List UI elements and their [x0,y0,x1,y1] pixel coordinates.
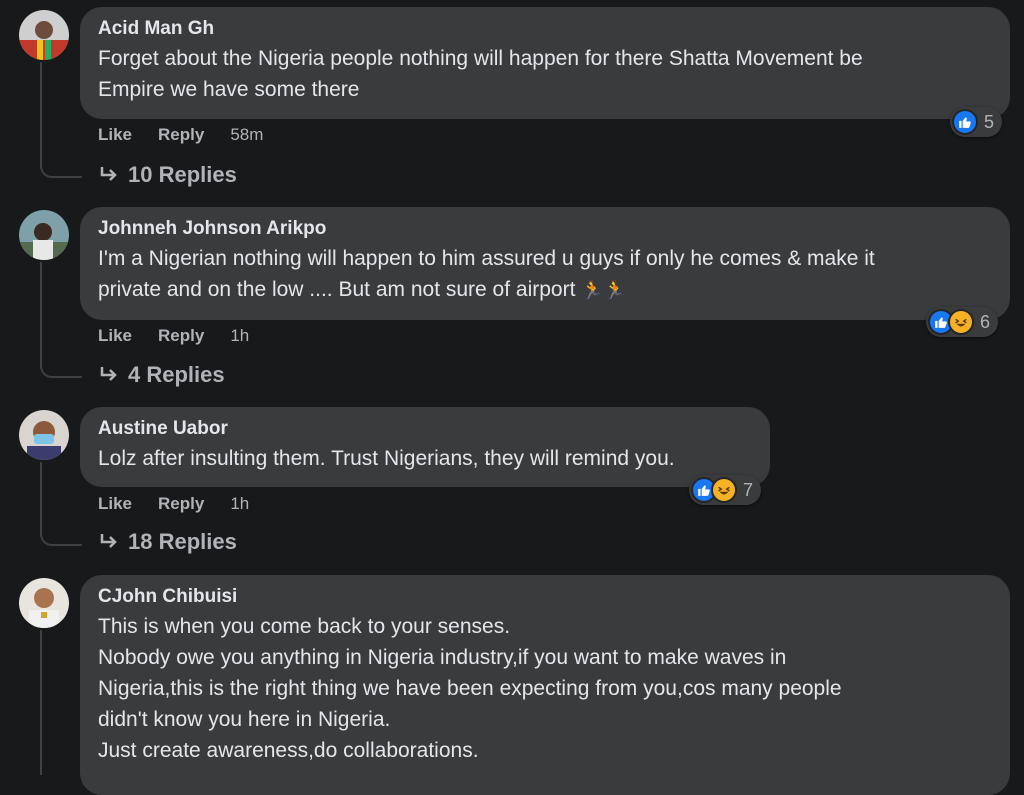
thread-line [40,462,42,532]
avatar[interactable] [19,210,69,260]
reaction-count: 6 [980,311,991,332]
reply-arrow-icon [100,534,117,548]
reply-arrow-icon [100,367,117,381]
comment-author[interactable]: Acid Man Gh [98,17,992,41]
comment-author[interactable]: CJohn Chibuisi [98,585,992,609]
haha-icon [948,309,974,335]
thread-connector [40,532,82,546]
comment-text: Forget about the Nigeria people nothing … [98,47,863,101]
comment-actions: Like Reply 1h [98,494,249,514]
running-person-icon: 🏃🏃 [581,280,627,300]
replies-count: 4 Replies [128,362,225,387]
comment-timestamp[interactable]: 1h [230,326,249,346]
replies-count: 10 Replies [128,162,237,187]
comment-text: Lolz after insulting them. Trust Nigeria… [98,447,675,470]
reply-arrow-icon [100,167,117,181]
thread-line [40,630,42,775]
reaction-summary[interactable]: 6 [926,307,999,337]
reaction-count: 7 [743,479,754,500]
comment-actions: Like Reply 1h [98,326,249,346]
comment-bubble: Acid Man Gh Forget about the Nigeria peo… [80,7,1010,119]
like-button[interactable]: Like [98,494,132,514]
reply-button[interactable]: Reply [158,125,204,145]
like-icon [952,109,978,135]
like-button[interactable]: Like [98,326,132,346]
view-replies-link[interactable]: 18 Replies [98,529,237,555]
haha-icon [711,477,737,503]
reply-button[interactable]: Reply [158,326,204,346]
comment-bubble: CJohn Chibuisi This is when you come bac… [80,575,1010,795]
comment-author[interactable]: Johnneh Johnson Arikpo [98,217,992,241]
avatar[interactable] [19,410,69,460]
thread-connector [40,164,82,178]
thread-line [40,62,42,164]
reaction-summary[interactable]: 7 [689,475,762,505]
comment-text: I'm a Nigerian nothing will happen to hi… [98,243,992,306]
thread-line [40,262,42,364]
comment-bubble: Austine Uabor Lolz after insulting them.… [80,407,770,487]
comment-actions: Like Reply 58m [98,125,263,145]
thread-connector [40,364,82,378]
avatar[interactable] [19,10,69,60]
comment-text-body: I'm a Nigerian nothing will happen to hi… [98,247,875,301]
avatar[interactable] [19,578,69,628]
comment-timestamp[interactable]: 58m [230,125,263,145]
comment-author[interactable]: Austine Uabor [98,417,752,441]
reply-button[interactable]: Reply [158,494,204,514]
comment-text: This is when you come back to your sense… [98,615,842,762]
comment-bubble: Johnneh Johnson Arikpo I'm a Nigerian no… [80,207,1010,320]
like-button[interactable]: Like [98,125,132,145]
reaction-count: 5 [984,111,995,132]
view-replies-link[interactable]: 4 Replies [98,362,225,388]
view-replies-link[interactable]: 10 Replies [98,162,237,188]
comment-timestamp[interactable]: 1h [230,494,249,514]
reaction-summary[interactable]: 5 [950,107,1003,137]
replies-count: 18 Replies [128,529,237,554]
